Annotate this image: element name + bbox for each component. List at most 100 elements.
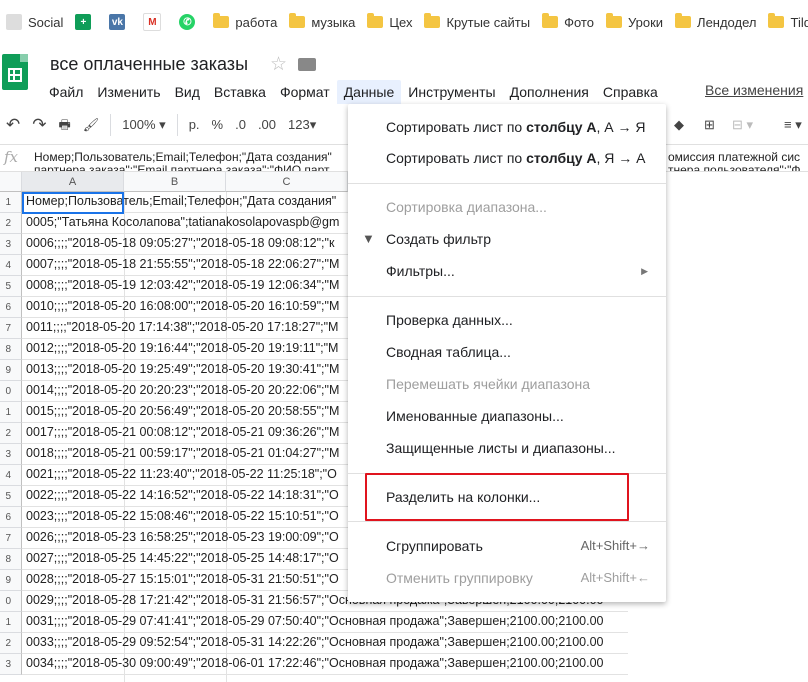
protected-sheets-item[interactable]: Защищенные листы и диапазоны... <box>348 433 666 463</box>
zoom-select[interactable]: 100% ▾ <box>116 113 171 137</box>
redo-icon[interactable]: ↷ <box>26 113 52 137</box>
bookmark-folder-photo[interactable]: Фото <box>536 8 600 36</box>
row-header[interactable]: 2 <box>0 213 22 234</box>
column-header-a[interactable]: A <box>22 172 124 192</box>
data-validation-item[interactable]: Проверка данных... <box>348 305 666 335</box>
row-header[interactable]: 8 <box>0 339 22 360</box>
menu-format[interactable]: Формат <box>273 80 337 104</box>
percent-format-button[interactable]: % <box>206 113 230 137</box>
fill-color-icon[interactable]: ◆ <box>668 113 690 137</box>
menu-divider <box>348 521 666 522</box>
document-title[interactable]: все оплаченные заказы <box>50 54 248 75</box>
row-header[interactable]: 3 <box>0 654 22 675</box>
cell-text: 0018;;;;"2018-05-21 00:59:17";"2018-05-2… <box>26 446 340 460</box>
bookmark-social[interactable]: Social <box>0 8 69 36</box>
menu-divider <box>348 183 666 184</box>
bookmark-folder-tsekh[interactable]: Цех <box>361 8 418 36</box>
row-header[interactable]: 0 <box>0 591 22 612</box>
more-formats-label: 123 <box>288 117 310 132</box>
pivot-table-item[interactable]: Сводная таблица... <box>348 337 666 367</box>
move-folder-icon[interactable] <box>298 58 316 71</box>
row-header[interactable]: 1 <box>0 612 22 633</box>
row-header[interactable]: 9 <box>0 570 22 591</box>
star-icon[interactable]: ☆ <box>270 53 287 76</box>
more-formats-button[interactable]: 123▾ <box>282 113 322 137</box>
menu-item-bold: столбцу A <box>526 119 597 135</box>
menu-edit[interactable]: Изменить <box>90 80 167 104</box>
decrease-decimal-button[interactable]: .0 <box>229 113 252 137</box>
folder-icon <box>768 13 785 28</box>
sort-sheet-az-item[interactable]: Сортировать лист по столбцу A, А → Я <box>348 112 666 142</box>
bookmark-label: Social <box>28 14 64 30</box>
row-header[interactable]: 2 <box>0 633 22 654</box>
row-header[interactable]: 6 <box>0 507 22 528</box>
bookmark-label: музыка <box>311 14 356 30</box>
cell-text: 0033;;;;"2018-05-29 09:52:54";"2018-05-3… <box>26 635 604 649</box>
row-header[interactable]: 1 <box>0 402 22 423</box>
row-header[interactable]: 5 <box>0 276 22 297</box>
bookmark-folder-music[interactable]: музыка <box>283 8 361 36</box>
menu-item-label: Сортировка диапазона... <box>386 199 547 215</box>
menu-item-label: Перемешать ячейки диапазона <box>386 376 591 392</box>
menu-insert[interactable]: Вставка <box>207 80 273 104</box>
menu-file[interactable]: Файл <box>42 80 90 104</box>
ungroup-item: Отменить группировку Alt+Shift+← <box>348 563 666 593</box>
align-left-icon[interactable]: ≡ ▾ <box>778 113 808 137</box>
bookmark-sheets[interactable]: + <box>69 8 103 36</box>
bookmark-vk[interactable]: vk <box>103 8 137 36</box>
row-header[interactable]: 0 <box>0 381 22 402</box>
folder-icon <box>542 13 559 28</box>
row-header[interactable]: 1 <box>0 192 22 213</box>
menu-addons[interactable]: Дополнения <box>503 80 596 104</box>
row-header[interactable]: 5 <box>0 486 22 507</box>
row-header[interactable]: 8 <box>0 549 22 570</box>
sort-range-item: Сортировка диапазона... <box>348 192 666 222</box>
paint-format-icon[interactable]: 🖌 <box>77 113 106 137</box>
table-row[interactable]: 0033;;;;"2018-05-29 09:52:54";"2018-05-3… <box>22 633 628 654</box>
undo-icon[interactable]: ↶ <box>0 113 26 137</box>
menu-item-label: Именованные диапазоны... <box>386 408 564 424</box>
bookmark-whatsapp[interactable]: ✆ <box>173 8 207 36</box>
column-header-c[interactable]: C <box>226 172 348 192</box>
bookmark-folder-tild[interactable]: Tild <box>762 8 808 36</box>
sheets-logo-icon[interactable] <box>2 54 28 90</box>
row-header[interactable]: 7 <box>0 528 22 549</box>
group-item[interactable]: Сгруппировать Alt+Shift+→ <box>348 531 666 561</box>
menu-item-bold: столбцу A <box>526 150 597 166</box>
cell-text: 0034;;;;"2018-05-30 09:00:49";"2018-06-0… <box>26 656 604 670</box>
row-header[interactable]: 3 <box>0 444 22 465</box>
table-row[interactable]: 0034;;;;"2018-05-30 09:00:49";"2018-06-0… <box>22 654 628 675</box>
bookmark-folder-work[interactable]: работа <box>207 8 283 36</box>
menu-view[interactable]: Вид <box>168 80 207 104</box>
filters-item[interactable]: Фильтры... ▶ <box>348 256 666 286</box>
menu-tools[interactable]: Инструменты <box>401 80 502 104</box>
last-edit-link[interactable]: Все изменения <box>705 82 803 98</box>
column-header-b[interactable]: B <box>124 172 226 192</box>
cell-text: 0012;;;;"2018-05-20 19:16:44";"2018-05-2… <box>26 341 339 355</box>
menu-data[interactable]: Данные <box>336 80 402 104</box>
currency-format-button[interactable]: р. <box>183 113 206 137</box>
named-ranges-item[interactable]: Именованные диапазоны... <box>348 401 666 431</box>
bookmark-folder-lessons[interactable]: Уроки <box>600 8 669 36</box>
borders-icon[interactable]: ⊞ <box>698 113 721 137</box>
cell-text: 0027;;;;"2018-05-25 14:45:22";"2018-05-2… <box>26 551 339 565</box>
menu-item-label: Создать фильтр <box>386 231 491 247</box>
row-header[interactable]: 9 <box>0 360 22 381</box>
merge-cells-icon[interactable]: ⊟ ▾ <box>726 113 759 137</box>
table-row[interactable]: 0031;;;;"2018-05-29 07:41:41";"2018-05-2… <box>22 612 628 633</box>
row-header[interactable]: 7 <box>0 318 22 339</box>
bookmark-folder-lendodel[interactable]: Лендодел <box>669 8 762 36</box>
row-header[interactable]: 2 <box>0 423 22 444</box>
bookmark-folder-sites[interactable]: Крутые сайты <box>418 8 536 36</box>
create-filter-item[interactable]: ▼ Создать фильтр <box>348 224 666 254</box>
row-header[interactable]: 4 <box>0 465 22 486</box>
row-header[interactable]: 4 <box>0 255 22 276</box>
print-icon[interactable]: 🖶 <box>53 113 77 137</box>
select-all-corner[interactable] <box>0 172 22 192</box>
increase-decimal-button[interactable]: .00 <box>252 113 282 137</box>
bookmark-gmail[interactable]: M <box>137 8 173 36</box>
row-header[interactable]: 3 <box>0 234 22 255</box>
row-header[interactable]: 6 <box>0 297 22 318</box>
menu-help[interactable]: Справка <box>596 80 665 104</box>
sort-sheet-za-item[interactable]: Сортировать лист по столбцу A, Я → А <box>348 143 666 173</box>
